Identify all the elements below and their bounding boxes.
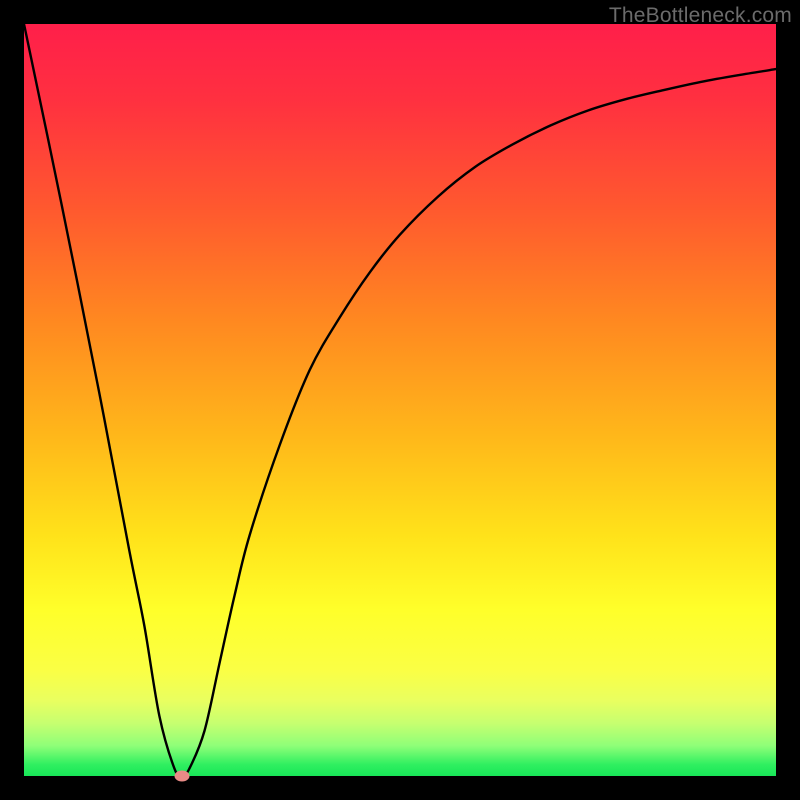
optimum-marker (174, 771, 189, 782)
bottleneck-curve (24, 24, 776, 776)
plot-area (24, 24, 776, 776)
curve-path (24, 24, 776, 776)
chart-frame: TheBottleneck.com (0, 0, 800, 800)
